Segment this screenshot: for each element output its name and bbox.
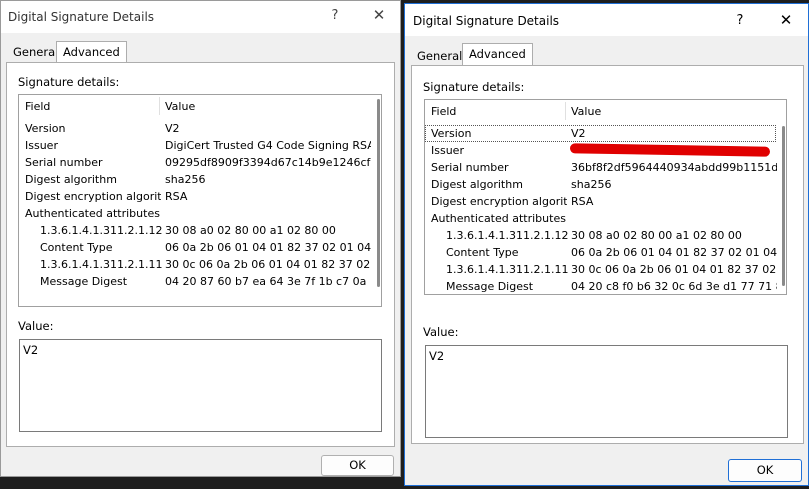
column-divider[interactable] [159, 97, 160, 115]
list-row[interactable]: Digest encryption algorithm RSA [19, 188, 371, 205]
row-field: Digest algorithm [25, 173, 117, 186]
advanced-tab-panel: Signature details: Field Value Version V2… [6, 62, 395, 447]
row-value: 04 20 c8 f0 b6 32 0c 6d 3e d1 77 71 84 .… [571, 280, 777, 293]
row-field: Content Type [40, 241, 113, 254]
row-value: sha256 [571, 178, 612, 191]
list-row[interactable]: Version V2 [425, 125, 776, 142]
row-value: V2 [571, 127, 586, 140]
value-textbox[interactable]: V2 [425, 345, 788, 438]
list-row[interactable]: Version V2 [19, 120, 371, 137]
row-value: DigiCert Trusted G4 Code Signing RSA40..… [165, 139, 371, 152]
list-row[interactable]: Digest algorithm sha256 [425, 176, 776, 193]
list-row[interactable]: Content Type 06 0a 2b 06 01 04 01 82 37 0… [425, 244, 777, 261]
column-header-field[interactable]: Field [25, 100, 50, 113]
signature-details-list[interactable]: Field Value Version V2 Issuer Serial number… [424, 99, 787, 295]
list-row[interactable]: Message Digest 04 20 87 60 b7 ea 64 3e 7f… [19, 273, 371, 290]
row-field: Message Digest [446, 280, 534, 293]
row-value: RSA [571, 195, 594, 208]
row-value: 04 20 87 60 b7 ea 64 3e 7f 1b c7 0a 1c .… [165, 275, 371, 288]
row-field: 1.3.6.1.4.1.311.2.1.12 [40, 224, 162, 237]
row-value: 30 0c 06 0a 2b 06 01 04 01 82 37 02 01 1 [165, 258, 371, 271]
row-field: 1.3.6.1.4.1.311.2.1.11 [40, 258, 162, 271]
title-bar: Digital Signature Details ? ✕ [405, 4, 808, 36]
row-value: 30 08 a0 02 80 00 a1 02 80 00 [165, 224, 336, 237]
row-field: Content Type [446, 246, 519, 259]
row-field: Digest encryption algorithm [431, 195, 567, 208]
tab-general[interactable]: General [411, 46, 469, 67]
digital-signature-details-dialog: Digital Signature Details ? ✕ General Ad… [404, 3, 809, 486]
list-row[interactable]: Digest algorithm sha256 [19, 171, 371, 188]
vertical-scrollbar[interactable] [377, 99, 380, 287]
vertical-scrollbar[interactable] [782, 126, 785, 286]
column-header-value[interactable]: Value [165, 100, 195, 113]
signature-details-label: Signature details: [423, 80, 525, 94]
help-button[interactable]: ? [731, 13, 749, 28]
row-field: Issuer [431, 144, 464, 157]
value-label: Value: [423, 325, 459, 339]
list-row[interactable]: Authenticated attributes [19, 205, 371, 222]
ok-button[interactable]: OK [728, 459, 802, 482]
ok-button[interactable]: OK [321, 455, 394, 476]
row-value: 36bf8f2df5964440934abdd99b1151de [571, 161, 777, 174]
row-field: Digest algorithm [431, 178, 523, 191]
row-value: 06 0a 2b 06 01 04 01 82 37 02 01 04 [165, 241, 371, 254]
list-row[interactable]: Serial number 36bf8f2df5964440934abdd99b1… [425, 159, 777, 176]
title-bar: Digital Signature Details ? ✕ [1, 1, 400, 33]
row-value: 30 0c 06 0a 2b 06 01 04 01 82 37 02 01 1 [571, 263, 777, 276]
list-row[interactable]: Content Type 06 0a 2b 06 01 04 01 82 37 0… [19, 239, 371, 256]
column-header-field[interactable]: Field [431, 105, 456, 118]
row-field: 1.3.6.1.4.1.311.2.1.12 [446, 229, 568, 242]
row-value: V2 [165, 122, 180, 135]
close-button[interactable]: ✕ [777, 11, 795, 29]
row-field: Version [431, 127, 472, 140]
list-row[interactable]: Authenticated attributes [425, 210, 776, 227]
row-value: 09295df8909f3394d67c14b9e1246cf6 [165, 156, 371, 169]
row-field: Version [25, 122, 66, 135]
signature-details-list[interactable]: Field Value Version V2 Issuer DigiCert Trus… [18, 94, 382, 307]
digital-signature-details-dialog: Digital Signature Details ? ✕ General Ad… [0, 0, 401, 477]
list-row[interactable]: 1.3.6.1.4.1.311.2.1.12 30 08 a0 02 80 00 … [19, 222, 371, 239]
window-title: Digital Signature Details [8, 10, 155, 24]
list-row[interactable]: Message Digest 04 20 c8 f0 b6 32 0c 6d 3e… [425, 278, 777, 294]
row-value: 06 0a 2b 06 01 04 01 82 37 02 01 04 [571, 246, 777, 259]
row-value: RSA [165, 190, 188, 203]
list-rows: Version V2 Issuer DigiCert Trusted G4 Code … [19, 120, 371, 290]
window-title: Digital Signature Details [413, 14, 560, 28]
help-button[interactable]: ? [326, 8, 344, 23]
close-button[interactable]: ✕ [370, 6, 388, 24]
value-textbox[interactable]: V2 [19, 339, 382, 432]
row-field: Serial number [431, 161, 509, 174]
row-field: Serial number [25, 156, 103, 169]
row-field: Authenticated attributes [431, 212, 566, 225]
column-divider[interactable] [565, 102, 566, 120]
list-row[interactable]: 1.3.6.1.4.1.311.2.1.12 30 08 a0 02 80 00 … [425, 227, 776, 244]
tab-advanced[interactable]: Advanced [462, 43, 533, 66]
column-header-value[interactable]: Value [571, 105, 601, 118]
list-row[interactable]: Issuer DigiCert Trusted G4 Code Signing R… [19, 137, 371, 154]
list-row[interactable]: Digest encryption algorithm RSA [425, 193, 776, 210]
row-value: sha256 [165, 173, 206, 186]
signature-details-label: Signature details: [18, 75, 120, 89]
value-label: Value: [18, 319, 54, 333]
tab-advanced[interactable]: Advanced [56, 41, 127, 63]
row-field: Authenticated attributes [25, 207, 160, 220]
list-row[interactable]: 1.3.6.1.4.1.311.2.1.11 30 0c 06 0a 2b 06 … [425, 261, 777, 278]
row-field: Message Digest [40, 275, 128, 288]
advanced-tab-panel: Signature details: Field Value Version V2… [411, 65, 804, 444]
row-field: Digest encryption algorithm [25, 190, 161, 203]
row-field: Issuer [25, 139, 58, 152]
list-header: Field Value [19, 95, 381, 117]
row-value: 30 08 a0 02 80 00 a1 02 80 00 [571, 229, 742, 242]
list-header: Field Value [425, 100, 786, 122]
row-field: 1.3.6.1.4.1.311.2.1.11 [446, 263, 568, 276]
list-row[interactable]: Serial number 09295df8909f3394d67c14b9e12… [19, 154, 371, 171]
list-row[interactable]: 1.3.6.1.4.1.311.2.1.11 30 0c 06 0a 2b 06 … [19, 256, 371, 273]
